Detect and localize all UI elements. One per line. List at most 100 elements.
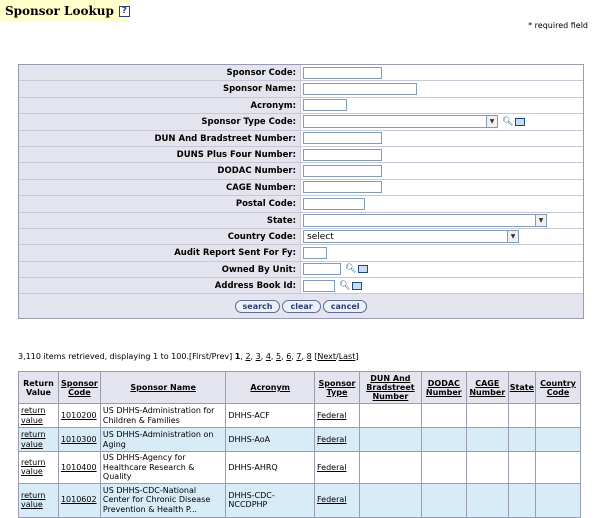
- search-icon[interactable]: 🔍︎: [502, 117, 513, 127]
- header-sponsor-type[interactable]: Sponsor Type: [314, 371, 360, 404]
- table-row: return value 1010602 US DHHS-CDC-Nationa…: [18, 482, 581, 518]
- clear-button[interactable]: clear: [282, 299, 321, 313]
- field-label: Sponsor Name:: [19, 81, 301, 97]
- owned-by-unit-input[interactable]: [303, 263, 341, 276]
- dun-cell: [358, 427, 422, 452]
- first-prev-label: [First/Prev]: [189, 352, 233, 361]
- sponsor-name-cell: US DHHS-CDC-National Center for Chronic …: [99, 482, 227, 518]
- dun-cell: [358, 482, 422, 518]
- sponsor-code-link[interactable]: 1010300: [61, 435, 97, 444]
- return-value-link[interactable]: return value: [21, 430, 45, 449]
- form-row-state: State: ▼: [19, 212, 583, 229]
- title-bar: Sponsor Lookup ?: [0, 0, 130, 22]
- postal-code-input[interactable]: [303, 197, 365, 210]
- country-cell: [535, 451, 581, 484]
- form-row-duns-plus-four: DUNS Plus Four Number:: [19, 146, 583, 164]
- header-cage[interactable]: CAGE Number: [465, 371, 509, 404]
- help-icon[interactable]: ?: [118, 5, 130, 17]
- header-acronym[interactable]: Acronym: [225, 371, 315, 404]
- sponsor-code-input[interactable]: [303, 66, 382, 79]
- form-row-acronym: Acronym:: [19, 97, 583, 115]
- acronym-cell: DHHS-ACF: [225, 403, 315, 428]
- page-link[interactable]: 5: [276, 352, 281, 361]
- sponsor-code-link[interactable]: 1010602: [61, 495, 97, 504]
- return-value-link[interactable]: return value: [21, 406, 45, 425]
- book-icon[interactable]: [515, 117, 525, 126]
- dun-cell: [358, 451, 422, 484]
- state-cell: [507, 427, 537, 452]
- field-label: Owned By Unit:: [19, 261, 301, 278]
- page-title: Sponsor Lookup: [5, 4, 114, 18]
- search-button[interactable]: search: [234, 299, 281, 313]
- sponsor-type-link[interactable]: Federal: [317, 411, 347, 420]
- pagination: 3,110 items retrieved, displaying 1 to 1…: [18, 352, 359, 361]
- dodac-cell: [420, 451, 467, 484]
- field-label: Sponsor Code:: [19, 65, 301, 81]
- lookup-form: Sponsor Code: Sponsor Name: Acronym: Spo…: [18, 64, 584, 320]
- next-link[interactable]: Next: [317, 352, 336, 361]
- page-link[interactable]: 3: [256, 352, 261, 361]
- header-dodac[interactable]: DODAC Number: [420, 371, 467, 404]
- state-cell: [507, 403, 537, 428]
- page-link[interactable]: 4: [266, 352, 271, 361]
- last-link[interactable]: Last: [339, 352, 356, 361]
- return-value-link[interactable]: return value: [21, 458, 45, 477]
- field-label: DUNS Plus Four Number:: [19, 146, 301, 163]
- form-row-dun-bradstreet: DUN And Bradstreet Number:: [19, 130, 583, 147]
- sponsor-name-cell: US DHHS-Administration on Aging: [99, 427, 227, 452]
- chevron-down-icon: ▼: [486, 116, 497, 128]
- state-cell: [507, 482, 537, 518]
- search-icon[interactable]: 🔍︎: [339, 281, 350, 291]
- duns-plus-four-input[interactable]: [303, 148, 382, 161]
- field-label: Postal Code:: [19, 196, 301, 212]
- select-value: select: [307, 231, 334, 242]
- current-page: 1: [234, 352, 241, 361]
- dun-cell: [358, 403, 422, 428]
- state-select[interactable]: ▼: [303, 213, 547, 227]
- form-row-sponsor-name: Sponsor Name:: [19, 81, 583, 98]
- return-value-link[interactable]: return value: [21, 491, 45, 510]
- page-link[interactable]: 8: [307, 352, 312, 361]
- sponsor-type-code-select[interactable]: ▼: [303, 115, 498, 129]
- sponsor-name-input[interactable]: [303, 83, 417, 96]
- address-book-id-input[interactable]: [303, 279, 335, 292]
- sponsor-type-link[interactable]: Federal: [317, 495, 347, 504]
- field-label: Acronym:: [19, 97, 301, 114]
- book-icon[interactable]: [352, 281, 362, 290]
- table-row: return value 1010200 US DHHS-Administrat…: [18, 403, 581, 428]
- sponsor-code-link[interactable]: 1010400: [61, 463, 97, 472]
- sponsor-type-link[interactable]: Federal: [317, 435, 347, 444]
- sponsor-name-cell: US DHHS-Administration for Children & Fa…: [99, 403, 227, 428]
- form-row-audit-report: Audit Report Sent For Fy:: [19, 245, 583, 262]
- header-sponsor-code[interactable]: Sponsor Code: [57, 371, 101, 404]
- dodac-input[interactable]: [303, 165, 382, 178]
- sponsor-code-link[interactable]: 1010200: [61, 411, 97, 420]
- country-code-select[interactable]: select ▼: [303, 230, 519, 244]
- table-row: return value 1010400 US DHHS-Agency for …: [18, 451, 581, 484]
- header-state[interactable]: State: [507, 371, 537, 404]
- dodac-cell: [420, 403, 467, 428]
- results-table: Return Value Sponsor Code Sponsor Name A…: [18, 371, 581, 518]
- header-return-value: Return Value: [18, 371, 59, 404]
- search-icon[interactable]: 🔍︎: [345, 264, 356, 274]
- page-link[interactable]: 2: [245, 352, 250, 361]
- book-icon[interactable]: [358, 265, 368, 274]
- field-label: Country Code:: [19, 228, 301, 245]
- dun-bradstreet-input[interactable]: [303, 132, 382, 145]
- header-country-code[interactable]: Country Code: [535, 371, 581, 404]
- cancel-button[interactable]: cancel: [322, 299, 368, 313]
- form-row-owned-by-unit: Owned By Unit: 🔍︎: [19, 261, 583, 279]
- sponsor-type-link[interactable]: Federal: [317, 463, 347, 472]
- header-sponsor-name[interactable]: Sponsor Name: [99, 371, 227, 404]
- table-header-row: Return Value Sponsor Code Sponsor Name A…: [18, 371, 581, 404]
- acronym-input[interactable]: [303, 99, 347, 112]
- form-row-postal-code: Postal Code:: [19, 196, 583, 213]
- page-link[interactable]: 7: [296, 352, 301, 361]
- audit-report-input[interactable]: [303, 246, 327, 259]
- state-cell: [507, 451, 537, 484]
- acronym-cell: DHHS-AoA: [225, 427, 315, 452]
- header-dun-bradstreet[interactable]: DUN And Bradstreet Number: [358, 371, 422, 404]
- page-link[interactable]: 6: [286, 352, 291, 361]
- form-row-cage: CAGE Number:: [19, 179, 583, 197]
- cage-input[interactable]: [303, 181, 382, 194]
